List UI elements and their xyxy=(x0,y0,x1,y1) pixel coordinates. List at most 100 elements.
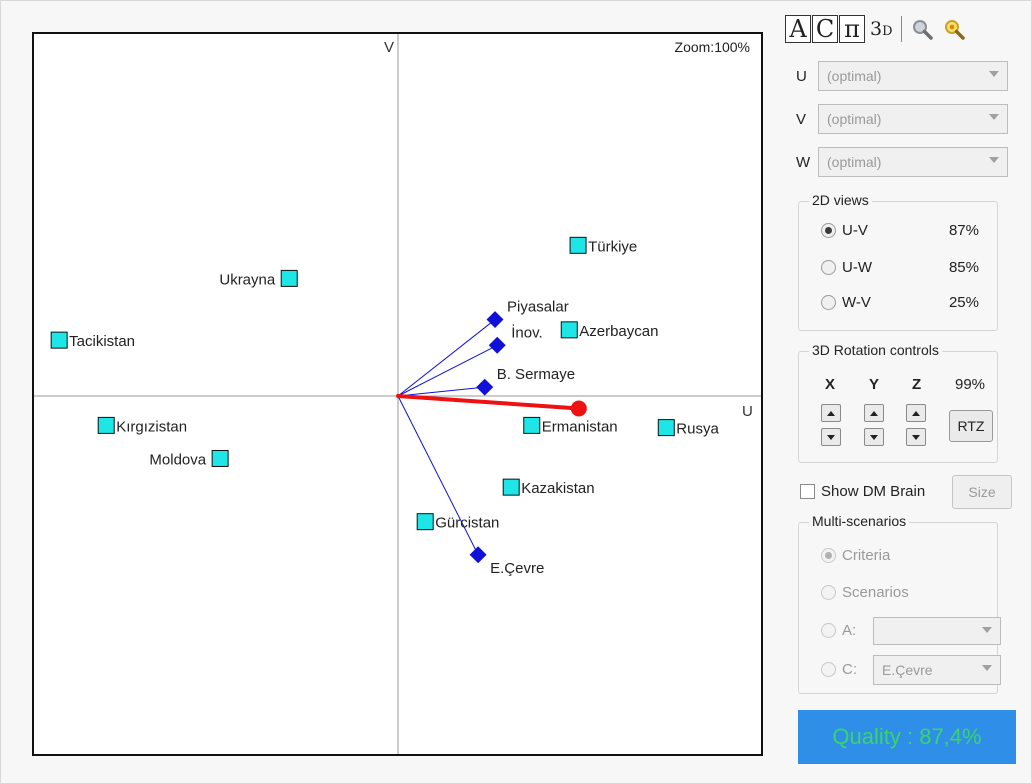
rot-z-label: Z xyxy=(912,376,922,393)
chevron-down-icon xyxy=(989,71,999,77)
country-label: Kırgızistan xyxy=(116,418,187,435)
decision-axis-point[interactable] xyxy=(570,400,587,417)
country-point[interactable] xyxy=(416,513,434,531)
country-label: Rusya xyxy=(676,421,719,438)
zoom-fit-icon[interactable] xyxy=(942,17,966,41)
multi-criteria-option[interactable]: Criteria xyxy=(821,545,979,565)
view-label: U-V xyxy=(842,221,868,239)
criterion-label: E.Çevre xyxy=(490,560,544,577)
radio-c[interactable] xyxy=(821,661,836,677)
multi-scenarios-option[interactable]: Scenarios xyxy=(821,582,979,602)
rot-x-up-button[interactable] xyxy=(821,404,841,422)
show-brain-label: Show DM Brain xyxy=(821,482,926,500)
rtz-button[interactable]: RTZ xyxy=(949,410,993,442)
country-label: Ukrayna xyxy=(219,271,276,288)
zoom-icon[interactable] xyxy=(910,17,934,41)
chevron-down-icon xyxy=(989,157,999,163)
country-label: Kazakistan xyxy=(521,480,594,497)
arrow-up-icon xyxy=(912,410,920,416)
v-axis-select[interactable]: (optimal) xyxy=(818,104,1008,134)
criterion-point[interactable] xyxy=(476,378,494,396)
show-brain-checkbox[interactable] xyxy=(800,483,815,499)
view-pct: 87% xyxy=(948,221,979,239)
pi-button[interactable]: π xyxy=(839,15,865,43)
radio-u-v[interactable] xyxy=(821,222,836,238)
3d-button[interactable]: 3D xyxy=(870,18,893,40)
w-axis-select[interactable]: (optimal) xyxy=(818,147,1008,177)
3d-button-label: 3 xyxy=(870,18,883,40)
actions-button[interactable]: A xyxy=(785,15,811,43)
rot-y-up-button[interactable] xyxy=(864,404,884,422)
criterion-point[interactable] xyxy=(486,311,504,329)
show-brain-row[interactable]: Show DM Brain xyxy=(800,478,925,504)
view-pct: 85% xyxy=(948,258,979,276)
gaia-plane-plot[interactable]: V U Zoom:100% Türkiye Ukrayna Tacikistan Azerb… xyxy=(32,32,763,756)
view-option-u-v[interactable]: U-V 87% xyxy=(821,220,979,240)
rot-z-down-button[interactable] xyxy=(906,428,926,446)
country-point[interactable] xyxy=(502,478,520,496)
rotation-pct: 99% xyxy=(955,376,986,393)
3d-rotation-group: 3D Rotation controls X Y Z 99% RTZ xyxy=(798,342,998,463)
country-point[interactable] xyxy=(560,321,578,339)
multi-c-value: E.Çevre xyxy=(882,662,933,678)
v-axis-value: (optimal) xyxy=(827,111,882,127)
view-label: U-W xyxy=(842,258,872,276)
country-label: Ermanistan xyxy=(542,418,618,435)
country-point[interactable] xyxy=(569,236,587,254)
3d-rotation-title: 3D Rotation controls xyxy=(809,342,942,358)
chevron-down-icon xyxy=(982,665,992,671)
view-option-w-v[interactable]: W-V 25% xyxy=(821,292,979,312)
arrow-down-icon xyxy=(827,434,835,440)
country-label: Türkiye xyxy=(588,238,637,255)
control-panel: A C π 3D U (optimal) V (optimal) W (opti… xyxy=(782,8,1022,778)
v-axis-row: V (optimal) xyxy=(796,101,1008,137)
rot-y-down-button[interactable] xyxy=(864,428,884,446)
multi-scenarios-group: Multi-scenarios Criteria Scenarios A: C:… xyxy=(798,513,1001,694)
country-point[interactable] xyxy=(280,269,298,287)
criteria-button[interactable]: C xyxy=(812,15,838,43)
criterion-label: İnov. xyxy=(511,323,542,341)
radio-scenarios[interactable] xyxy=(821,584,836,600)
view-label: W-V xyxy=(842,293,871,311)
criterion-point[interactable] xyxy=(488,336,506,354)
country-point[interactable] xyxy=(523,416,541,434)
arrow-down-icon xyxy=(912,434,920,440)
rot-y-label: Y xyxy=(869,376,880,393)
w-axis-row: W (optimal) xyxy=(796,144,1008,180)
radio-w-v[interactable] xyxy=(821,294,836,310)
2d-views-group: 2D views U-V 87% U-W 85% W-V 25% xyxy=(798,192,998,331)
rot-x-down-button[interactable] xyxy=(821,428,841,446)
size-button[interactable]: Size xyxy=(952,475,1012,509)
country-label: Azerbaycan xyxy=(579,323,658,340)
country-label: Moldova xyxy=(149,451,206,468)
radio-criteria[interactable] xyxy=(821,547,836,563)
criterion-point[interactable] xyxy=(469,546,487,564)
country-label: Gürcistan xyxy=(435,515,499,532)
country-point[interactable] xyxy=(97,416,115,434)
w-axis-value: (optimal) xyxy=(827,154,882,170)
country-point[interactable] xyxy=(657,419,675,437)
multi-scenarios-label: Scenarios xyxy=(842,583,909,601)
toolbar: A C π 3D xyxy=(785,12,974,46)
arrow-up-icon xyxy=(827,410,835,416)
multi-scenarios-title: Multi-scenarios xyxy=(809,513,910,529)
view-option-u-w[interactable]: U-W 85% xyxy=(821,257,979,277)
criterion-line xyxy=(397,386,485,397)
u-axis-label: U xyxy=(742,403,753,420)
radio-a[interactable] xyxy=(821,622,836,638)
country-point[interactable] xyxy=(50,331,68,349)
country-point[interactable] xyxy=(211,449,229,467)
zoom-label: Zoom:100% xyxy=(675,39,750,55)
plot-canvas[interactable]: V U Zoom:100% Türkiye Ukrayna Tacikistan Azerb… xyxy=(34,34,761,754)
rot-z-up-button[interactable] xyxy=(906,404,926,422)
chevron-down-icon xyxy=(989,114,999,120)
multi-c-select[interactable]: E.Çevre xyxy=(873,655,1001,685)
radio-u-w[interactable] xyxy=(821,259,836,275)
rot-x-label: X xyxy=(825,376,836,393)
u-axis-select[interactable]: (optimal) xyxy=(818,61,1008,91)
multi-a-select[interactable] xyxy=(873,617,1001,645)
quality-badge: Quality : 87,4% xyxy=(798,710,1016,764)
2d-views-title: 2D views xyxy=(809,192,872,208)
arrow-up-icon xyxy=(870,410,878,416)
arrow-down-icon xyxy=(870,434,878,440)
